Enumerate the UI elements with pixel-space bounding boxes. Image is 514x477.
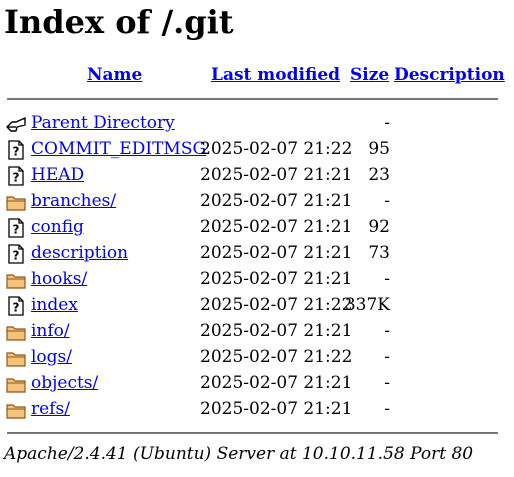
- entry-link[interactable]: objects/: [31, 370, 98, 396]
- size-cell: 95: [368, 139, 390, 159]
- last-modified-cell: 2025-02-07 21:21: [200, 321, 353, 341]
- table-row: objects/2025-02-07 21:21 -: [0, 370, 514, 396]
- header-divider: [7, 98, 498, 100]
- last-modified-cell: 2025-02-07 21:21: [200, 399, 353, 419]
- page-title: Index of /.git: [4, 3, 234, 41]
- size-cell: -: [384, 373, 390, 393]
- folder-icon: [6, 192, 26, 212]
- size-cell: -: [384, 321, 390, 341]
- unknown-file-icon: ?: [6, 140, 26, 160]
- folder-icon: [6, 270, 26, 290]
- table-header: Name Last modified Size Description: [0, 62, 514, 88]
- table-row: ? HEAD 2025-02-07 21:21 23: [0, 162, 514, 188]
- table-row: refs/2025-02-07 21:21 -: [0, 396, 514, 422]
- folder-icon: [6, 322, 26, 342]
- last-modified-cell: 2025-02-07 21:22: [200, 139, 353, 159]
- size-cell: -: [384, 113, 390, 133]
- last-modified-cell: 2025-02-07 21:21: [200, 373, 353, 393]
- unknown-file-icon: ?: [6, 166, 26, 186]
- last-modified-cell: 2025-02-07 21:21: [200, 217, 353, 237]
- table-row: info/2025-02-07 21:21 -: [0, 318, 514, 344]
- unknown-file-icon: ?: [6, 244, 26, 264]
- folder-icon: [6, 348, 26, 368]
- size-cell: -: [384, 347, 390, 367]
- last-modified-cell: 2025-02-07 21:22: [200, 347, 353, 367]
- size-cell: 92: [368, 217, 390, 237]
- folder-icon: [6, 400, 26, 420]
- size-cell: 73: [368, 243, 390, 263]
- svg-text:?: ?: [13, 223, 20, 237]
- last-modified-cell: 2025-02-07 21:21: [200, 243, 353, 263]
- entry-link[interactable]: COMMIT_EDITMSG: [31, 136, 206, 162]
- last-modified-cell: 2025-02-07 21:21: [200, 191, 353, 211]
- svg-text:?: ?: [13, 249, 20, 263]
- unknown-file-icon: ?: [6, 218, 26, 238]
- size-cell: 337K: [344, 295, 390, 315]
- size-cell: -: [384, 269, 390, 289]
- sort-by-size-link[interactable]: Size: [350, 62, 389, 88]
- svg-text:?: ?: [13, 301, 20, 315]
- entry-link[interactable]: Parent Directory: [31, 110, 175, 136]
- last-modified-cell: 2025-02-07 21:21: [200, 269, 353, 289]
- entry-link[interactable]: branches/: [31, 188, 116, 214]
- sort-by-description-link[interactable]: Description: [394, 62, 505, 88]
- footer-divider: [7, 432, 498, 434]
- table-row: logs/2025-02-07 21:22 -: [0, 344, 514, 370]
- last-modified-cell: 2025-02-07 21:21: [200, 165, 353, 185]
- sort-by-last-modified-link[interactable]: Last modified: [211, 62, 340, 88]
- sort-by-name-link[interactable]: Name: [87, 62, 142, 88]
- table-row: ? description 2025-02-07 21:21 73: [0, 240, 514, 266]
- table-row: ? COMMIT_EDITMSG 2025-02-07 21:22 95: [0, 136, 514, 162]
- entry-link[interactable]: hooks/: [31, 266, 87, 292]
- unknown-file-icon: ?: [6, 296, 26, 316]
- table-row: ? index 2025-02-07 21:22 337K: [0, 292, 514, 318]
- server-signature: Apache/2.4.41 (Ubuntu) Server at 10.10.1…: [4, 444, 474, 464]
- table-row: hooks/2025-02-07 21:21 -: [0, 266, 514, 292]
- entry-link[interactable]: description: [31, 240, 128, 266]
- folder-icon: [6, 374, 26, 394]
- table-row: Parent Directory -: [0, 110, 514, 136]
- size-cell: -: [384, 191, 390, 211]
- entry-link[interactable]: config: [31, 214, 84, 240]
- table-row: branches/2025-02-07 21:21 -: [0, 188, 514, 214]
- entry-link[interactable]: HEAD: [31, 162, 84, 188]
- entry-link[interactable]: logs/: [31, 344, 72, 370]
- svg-text:?: ?: [13, 171, 20, 185]
- entry-link[interactable]: index: [31, 292, 78, 318]
- back-icon: [6, 114, 26, 134]
- size-cell: -: [384, 399, 390, 419]
- svg-text:?: ?: [13, 145, 20, 159]
- entry-link[interactable]: info/: [31, 318, 70, 344]
- entry-link[interactable]: refs/: [31, 396, 70, 422]
- size-cell: 23: [368, 165, 390, 185]
- table-row: ? config 2025-02-07 21:21 92: [0, 214, 514, 240]
- last-modified-cell: 2025-02-07 21:22: [200, 295, 353, 315]
